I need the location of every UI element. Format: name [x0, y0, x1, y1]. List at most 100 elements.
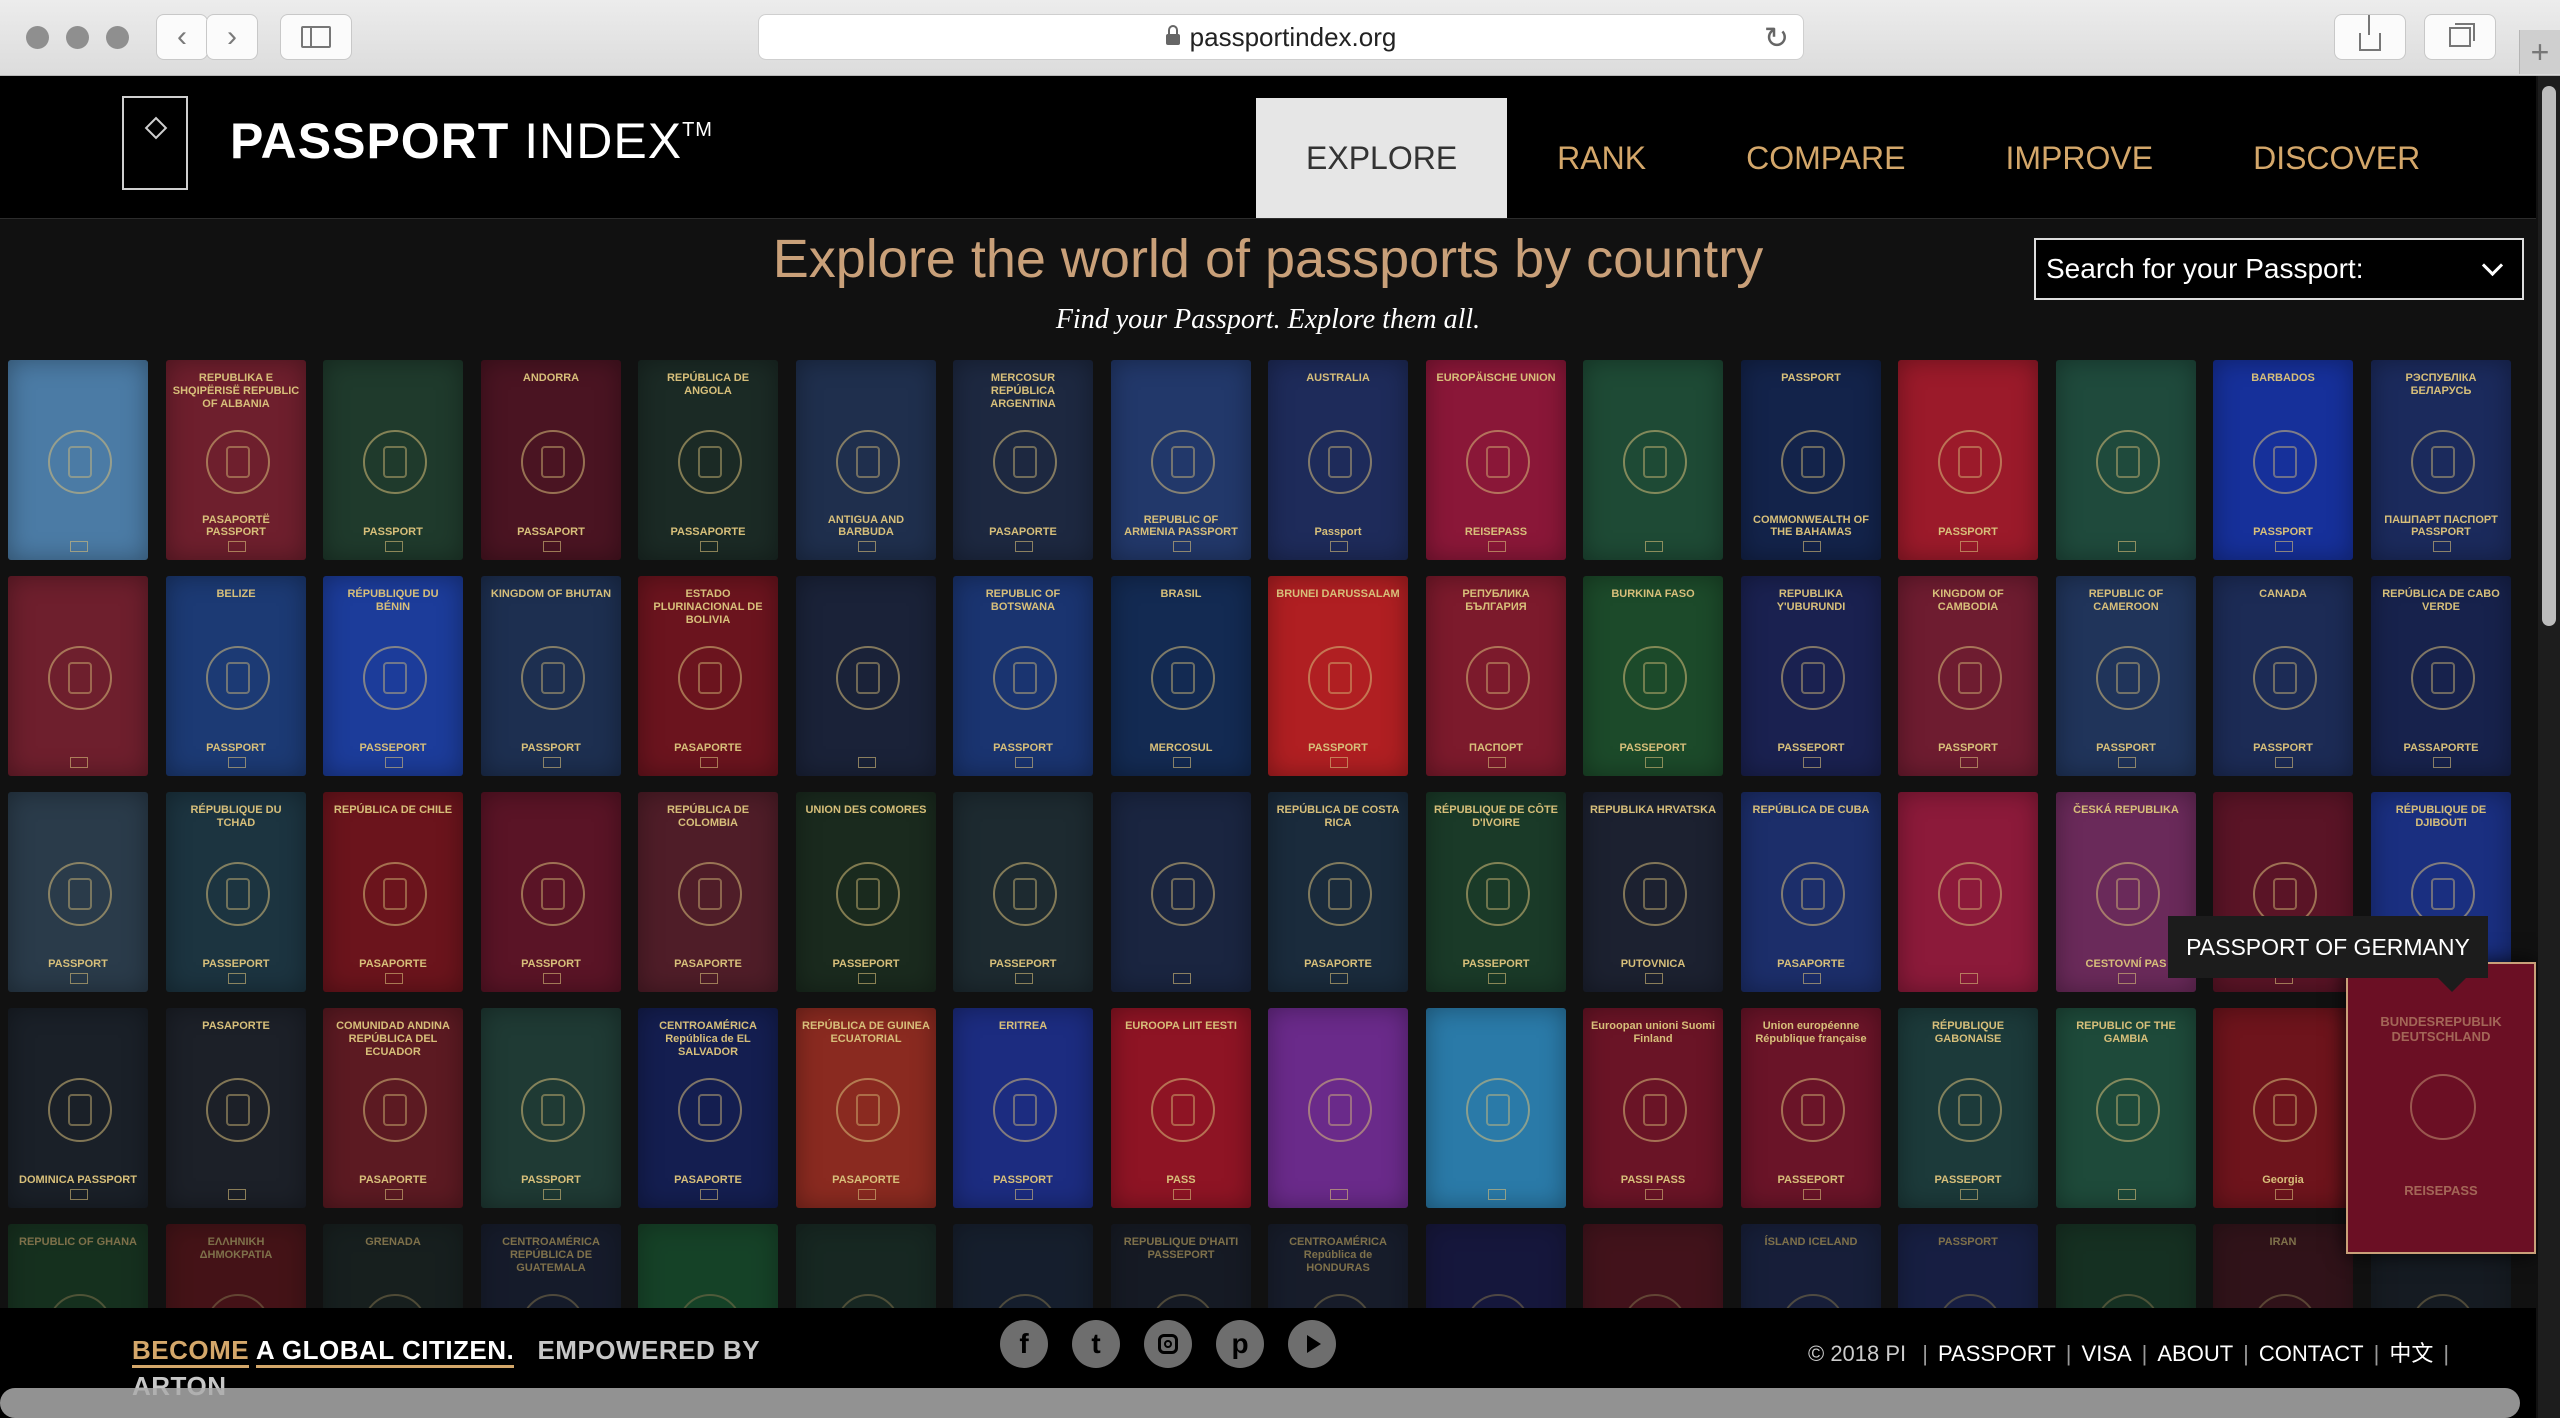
passport-card[interactable]: [1583, 360, 1723, 560]
nav-explore[interactable]: EXPLORE: [1256, 98, 1508, 218]
passport-card[interactable]: COMUNIDAD ANDINA REPÚBLICA DEL ECUADOR PA…: [323, 1008, 463, 1208]
passport-card[interactable]: REPÚBLICA DE GUINEA ECUATORIAL PASAPORTE: [796, 1008, 936, 1208]
passport-card[interactable]: [796, 576, 936, 776]
passport-card[interactable]: PASSPORT: [1898, 360, 2038, 560]
passport-card[interactable]: CENTROAMÉRICA República de HONDURAS: [1268, 1224, 1408, 1310]
passport-card[interactable]: PASAPORTE: [166, 1008, 306, 1208]
sidebar-toggle-button[interactable]: [280, 14, 352, 60]
share-button[interactable]: [2334, 14, 2406, 60]
passport-card[interactable]: REPUBLIC OF BOTSWANA PASSPORT: [953, 576, 1093, 776]
close-window-button[interactable]: [26, 26, 49, 49]
passport-card[interactable]: REPUBLIQUE D'HAITI PASSEPORT: [1111, 1224, 1251, 1310]
nav-compare[interactable]: COMPARE: [1696, 98, 1955, 218]
nav-improve[interactable]: IMPROVE: [1956, 98, 2204, 218]
footer-link[interactable]: CONTACT: [2259, 1341, 2364, 1366]
passport-card[interactable]: DOMINICA PASSPORT: [8, 1008, 148, 1208]
passport-card[interactable]: CANADA PASSPORT: [2213, 576, 2353, 776]
passport-card[interactable]: [1426, 1008, 1566, 1208]
passport-card[interactable]: [8, 576, 148, 776]
passport-card[interactable]: PASSEPORT: [953, 792, 1093, 992]
passport-card[interactable]: BRUNEI DARUSSALAM PASSPORT: [1268, 576, 1408, 776]
passport-card[interactable]: ANTIGUA AND BARBUDA: [796, 360, 936, 560]
passport-card[interactable]: PASSPORT: [8, 792, 148, 992]
become-link[interactable]: BECOME: [132, 1335, 250, 1368]
passport-card[interactable]: BRASIL MERCOSUL: [1111, 576, 1251, 776]
passport-germany[interactable]: BUNDESREPUBLIK DEUTSCHLAND REISEPASS: [2346, 962, 2536, 1254]
passport-card[interactable]: EUROPÄISCHE UNION REISEPASS: [1426, 360, 1566, 560]
passport-card[interactable]: RÉPUBLIQUE DU BÉNIN PASSEPORT: [323, 576, 463, 776]
back-button[interactable]: ‹: [156, 14, 208, 60]
passport-card[interactable]: RÉPUBLIQUE DE CÔTE D'IVOIRE PASSEPORT: [1426, 792, 1566, 992]
passport-card[interactable]: REPUBLIC OF CAMEROON PASSPORT: [2056, 576, 2196, 776]
passport-card[interactable]: Euroopan unioni Suomi Finland PASSI PASS: [1583, 1008, 1723, 1208]
passport-card[interactable]: РЭСПУБЛІКА БЕЛАРУСЬ ПАШПАРТ ПАСПОРТ PASSP…: [2371, 360, 2511, 560]
new-tab-button[interactable]: +: [2519, 30, 2560, 74]
passport-card[interactable]: [953, 1224, 1093, 1310]
reload-icon[interactable]: ↻: [1764, 21, 1789, 56]
minimize-window-button[interactable]: [66, 26, 89, 49]
passport-card[interactable]: UNION DES COMORES PASSEPORT: [796, 792, 936, 992]
forward-button[interactable]: ›: [206, 14, 258, 60]
zoom-window-button[interactable]: [106, 26, 129, 49]
pinterest-icon[interactable]: p: [1216, 1320, 1264, 1368]
footer-link[interactable]: PASSPORT: [1938, 1341, 2056, 1366]
passport-card[interactable]: РЕПУБЛИКА БЪЛГАРИЯ ПАСПОРТ: [1426, 576, 1566, 776]
passport-card[interactable]: REPUBLIC OF ARMENIA PASSPORT: [1111, 360, 1251, 560]
passport-card[interactable]: BURKINA FASO PASSEPORT: [1583, 576, 1723, 776]
passport-card[interactable]: [8, 360, 148, 560]
footer-link[interactable]: 中文: [2389, 1341, 2433, 1366]
passport-card[interactable]: REPÚBLICA DE COSTA RICA PASAPORTE: [1268, 792, 1408, 992]
passport-card[interactable]: AUSTRALIA Passport: [1268, 360, 1408, 560]
twitter-icon[interactable]: t: [1072, 1320, 1120, 1368]
instagram-icon[interactable]: [1144, 1320, 1192, 1368]
passport-card[interactable]: ERITREA PASSPORT: [953, 1008, 1093, 1208]
passport-card[interactable]: ANDORRA PASSAPORT: [481, 360, 621, 560]
passport-card[interactable]: REPÚBLICA DE CUBA PASAPORTE: [1741, 792, 1881, 992]
passport-search-select[interactable]: Search for your Passport:: [2034, 238, 2524, 300]
passport-card[interactable]: [1111, 792, 1251, 992]
passport-card[interactable]: PASSPORT: [323, 360, 463, 560]
youtube-icon[interactable]: [1288, 1320, 1336, 1368]
passport-card[interactable]: CENTROAMÉRICA REPÚBLICA DE GUATEMALA: [481, 1224, 621, 1310]
passport-card[interactable]: RÉPUBLIQUE DU TCHAD PASSEPORT: [166, 792, 306, 992]
passport-card[interactable]: Union européenne République française PAS…: [1741, 1008, 1881, 1208]
passport-card[interactable]: REPÚBLICA DE CABO VERDE PASSAPORTE: [2371, 576, 2511, 776]
logo-icon[interactable]: [122, 96, 188, 190]
passport-card[interactable]: REPÚBLICA DE COLOMBIA PASAPORTE: [638, 792, 778, 992]
facebook-icon[interactable]: f: [1000, 1320, 1048, 1368]
vertical-scrollbar[interactable]: [2538, 76, 2560, 1418]
passport-card[interactable]: [2056, 360, 2196, 560]
passport-card[interactable]: IRAN: [2213, 1224, 2353, 1310]
passport-card[interactable]: BELIZE PASSPORT: [166, 576, 306, 776]
nav-rank[interactable]: RANK: [1507, 98, 1696, 218]
passport-card[interactable]: [1583, 1224, 1723, 1310]
passport-card[interactable]: [1898, 792, 2038, 992]
passport-card[interactable]: REPUBLIC OF THE GAMBIA: [2056, 1008, 2196, 1208]
scrollbar-thumb[interactable]: [2542, 86, 2556, 626]
passport-card[interactable]: [638, 1224, 778, 1310]
passport-card[interactable]: PASSPORT: [481, 792, 621, 992]
passport-card[interactable]: KINGDOM OF BHUTAN PASSPORT: [481, 576, 621, 776]
passport-card[interactable]: ESTADO PLURINACIONAL DE BOLIVIA PASAPORTE: [638, 576, 778, 776]
passport-card[interactable]: REPÚBLICA DE ANGOLA PASSAPORTE: [638, 360, 778, 560]
horizontal-scrollbar[interactable]: [0, 1388, 2520, 1418]
passport-card[interactable]: REPÚBLICA DE CHILE PASAPORTE: [323, 792, 463, 992]
passport-card[interactable]: [2056, 1224, 2196, 1310]
passport-card[interactable]: [1426, 1224, 1566, 1310]
passport-card[interactable]: ΕΛΛΗΝΙΚΗ ΔΗΜΟΚΡΑΤΙΑ: [166, 1224, 306, 1310]
passport-card[interactable]: [1268, 1008, 1408, 1208]
footer-link[interactable]: ABOUT: [2157, 1341, 2233, 1366]
passport-card[interactable]: PASSPORT: [481, 1008, 621, 1208]
passport-card[interactable]: ÍSLAND ICELAND: [1741, 1224, 1881, 1310]
passport-card[interactable]: PASSPORT COMMONWEALTH OF THE BAHAMAS: [1741, 360, 1881, 560]
passport-card[interactable]: EUROOPA LIIT EESTI PASS: [1111, 1008, 1251, 1208]
tabs-overview-button[interactable]: [2424, 14, 2496, 60]
passport-card[interactable]: CENTROAMÉRICA República de EL SALVADOR PA…: [638, 1008, 778, 1208]
passport-card[interactable]: PASSPORT: [1898, 1224, 2038, 1310]
passport-card[interactable]: REPUBLIKA HRVATSKA PUTOVNICA: [1583, 792, 1723, 992]
address-bar[interactable]: passportindex.org ↻: [758, 14, 1804, 60]
passport-card[interactable]: BARBADOS PASSPORT: [2213, 360, 2353, 560]
passport-card[interactable]: RÉPUBLIQUE GABONAISE PASSEPORT: [1898, 1008, 2038, 1208]
nav-discover[interactable]: DISCOVER: [2203, 98, 2470, 218]
global-citizen-link[interactable]: A GLOBAL CITIZEN.: [255, 1335, 515, 1368]
